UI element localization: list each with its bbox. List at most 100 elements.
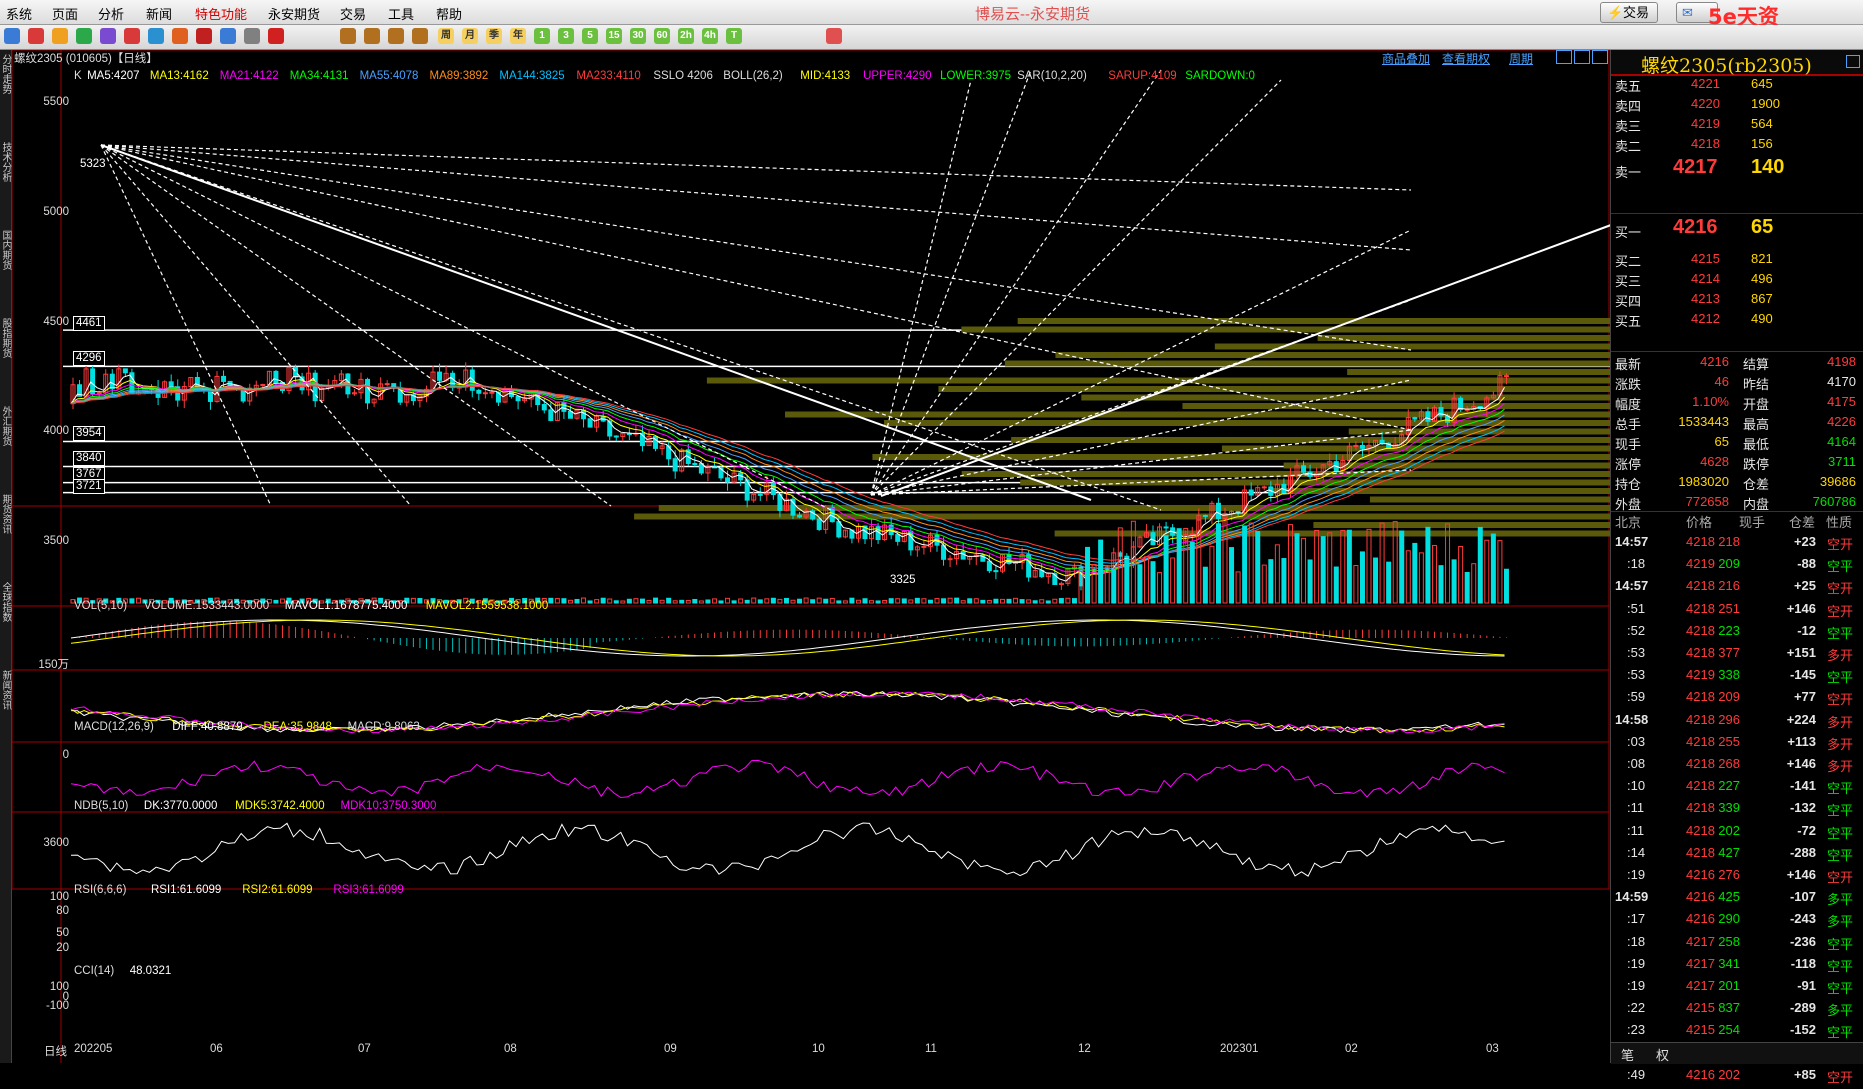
rsi-indicator-item: RSI3:61.6099 bbox=[333, 884, 404, 896]
stat-value: 4216 bbox=[1700, 354, 1729, 369]
stat-label: 涨跌 bbox=[1615, 377, 1642, 392]
toolbar-tool-icon[interactable] bbox=[148, 28, 164, 44]
menu-yongan[interactable]: 永安期货 bbox=[268, 4, 320, 23]
menu-analysis[interactable]: 分析 bbox=[98, 4, 124, 23]
toolbar-tool-icon[interactable] bbox=[244, 28, 260, 44]
volume-bar bbox=[849, 597, 855, 604]
toolbar-draw-icon[interactable] bbox=[340, 28, 356, 44]
volume-profile-bar bbox=[1369, 496, 1610, 503]
toolbar-tool-icon[interactable] bbox=[124, 28, 140, 44]
ask1-row[interactable]: 卖一 4217 140 bbox=[1611, 156, 1863, 184]
volume-bar bbox=[986, 600, 992, 604]
period-button[interactable]: 4h bbox=[702, 28, 718, 44]
tab-tick[interactable]: 笔 bbox=[1621, 1045, 1634, 1064]
period-button[interactable]: 周 bbox=[438, 28, 454, 44]
calendar-icon[interactable] bbox=[826, 28, 842, 44]
bid1-row[interactable]: 买一 4216 65 bbox=[1611, 216, 1863, 244]
toolbar-tool-icon[interactable] bbox=[28, 28, 44, 44]
chart-canvas[interactable] bbox=[11, 50, 1610, 1063]
tick-price: 4217 bbox=[1686, 955, 1715, 971]
toolbar-draw-icon[interactable] bbox=[412, 28, 428, 44]
level-3840[interactable]: 3840 bbox=[73, 451, 105, 466]
volume-profile-bar bbox=[1081, 394, 1610, 401]
toolbar-tool-icon[interactable] bbox=[196, 28, 212, 44]
tick-volume: 377 bbox=[1718, 645, 1740, 660]
menu-system[interactable]: 系统 bbox=[6, 4, 32, 23]
period-button[interactable]: 60 bbox=[654, 28, 670, 44]
volume-profile-bar bbox=[706, 377, 1610, 384]
left-tab-news[interactable]: 新闻资讯 bbox=[0, 670, 11, 710]
tick-volume: 218 bbox=[1718, 534, 1740, 549]
toolbar-tool-icon[interactable] bbox=[220, 28, 236, 44]
link-overlay[interactable]: 商品叠加 bbox=[1382, 50, 1430, 67]
popout-icon[interactable] bbox=[1846, 55, 1860, 68]
left-tab-global-index[interactable]: 全球指数 bbox=[0, 582, 11, 622]
period-button[interactable]: 30 bbox=[630, 28, 646, 44]
volume-bar bbox=[692, 598, 698, 604]
bid-row[interactable]: 买三 4214 496 bbox=[1611, 271, 1863, 291]
toolbar-tool-icon[interactable] bbox=[268, 28, 284, 44]
period-button[interactable]: 季 bbox=[486, 28, 502, 44]
ask-row[interactable]: 卖二 4218 156 bbox=[1611, 136, 1863, 156]
period-button[interactable]: 5 bbox=[582, 28, 598, 44]
left-tab-futures-news[interactable]: 期货资讯 bbox=[0, 494, 11, 534]
period-button[interactable]: T bbox=[726, 28, 742, 44]
volume-bar bbox=[711, 598, 717, 604]
left-tab-technical[interactable]: 技术分析 bbox=[0, 142, 11, 182]
left-tab-minute[interactable]: 分时走势 bbox=[0, 54, 11, 94]
menu-trade[interactable]: 交易 bbox=[340, 4, 366, 23]
bid-row[interactable]: 买二 4215 821 bbox=[1611, 251, 1863, 271]
volume-bar bbox=[810, 599, 816, 604]
left-tab-index-futures[interactable]: 股指期货 bbox=[0, 318, 11, 358]
toolbar-tool-icon[interactable] bbox=[52, 28, 68, 44]
restore-icon[interactable] bbox=[1592, 50, 1608, 64]
stat-label: 最低 bbox=[1743, 437, 1770, 452]
zoom-out-icon[interactable] bbox=[1574, 50, 1590, 64]
ask-row[interactable]: 卖五 4221 645 bbox=[1611, 76, 1863, 96]
period-button[interactable]: 月 bbox=[462, 28, 478, 44]
tick-volume: 338 bbox=[1718, 667, 1740, 683]
level-3721[interactable]: 3721 bbox=[73, 479, 105, 494]
toolbar-draw-icon[interactable] bbox=[388, 28, 404, 44]
period-button[interactable]: 3 bbox=[558, 28, 574, 44]
level-4461[interactable]: 4461 bbox=[73, 316, 105, 331]
zoom-in-icon[interactable] bbox=[1556, 50, 1572, 64]
candle-body bbox=[489, 391, 495, 394]
toolbar-tool-icon[interactable] bbox=[4, 28, 20, 44]
menu-news[interactable]: 新闻 bbox=[146, 4, 172, 23]
toolbar-tool-icon[interactable] bbox=[172, 28, 188, 44]
menu-help[interactable]: 帮助 bbox=[436, 4, 462, 23]
tick-header: 北京 价格 现手 仓差 性质 bbox=[1611, 512, 1863, 532]
level-4296[interactable]: 4296 bbox=[73, 351, 105, 366]
level-3954[interactable]: 3954 bbox=[73, 426, 105, 441]
candle-body bbox=[1353, 444, 1359, 447]
ask-row[interactable]: 卖四 4220 1900 bbox=[1611, 96, 1863, 116]
toolbar-tool-icon[interactable] bbox=[100, 28, 116, 44]
stat-label: 总手 bbox=[1615, 417, 1642, 432]
toolbar-tool-icon[interactable] bbox=[76, 28, 92, 44]
volume-bar bbox=[613, 600, 619, 604]
menu-tools[interactable]: 工具 bbox=[388, 4, 414, 23]
menu-page[interactable]: 页面 bbox=[52, 4, 78, 23]
period-button[interactable]: 2h bbox=[678, 28, 694, 44]
volume-bar bbox=[626, 598, 632, 604]
tick-row: :49 4216 202 +85 空开 bbox=[1611, 1067, 1863, 1089]
period-button[interactable]: 年 bbox=[510, 28, 526, 44]
left-tab-fx-futures[interactable]: 外汇期货 bbox=[0, 406, 11, 446]
left-tab-domestic[interactable]: 国内期货 bbox=[0, 230, 11, 270]
period-button[interactable]: 15 bbox=[606, 28, 622, 44]
period-button[interactable]: 1 bbox=[534, 28, 550, 44]
bid-row[interactable]: 买五 4212 490 bbox=[1611, 311, 1863, 331]
toolbar-draw-icon[interactable] bbox=[364, 28, 380, 44]
tick-price: 4218 bbox=[1686, 822, 1715, 838]
trade-button[interactable]: ⚡ 交易 bbox=[1600, 2, 1659, 23]
menu-special[interactable]: 特色功能 bbox=[195, 4, 247, 23]
volume-bar bbox=[679, 599, 685, 604]
volume-bar bbox=[901, 598, 907, 604]
ask-row[interactable]: 卖三 4219 564 bbox=[1611, 116, 1863, 136]
tick-time: :19 bbox=[1627, 978, 1646, 993]
tab-right[interactable]: 权 bbox=[1656, 1045, 1669, 1064]
link-options[interactable]: 查看期权 bbox=[1442, 50, 1490, 67]
link-period[interactable]: 周期 bbox=[1509, 50, 1533, 67]
bid-row[interactable]: 买四 4213 867 bbox=[1611, 291, 1863, 311]
